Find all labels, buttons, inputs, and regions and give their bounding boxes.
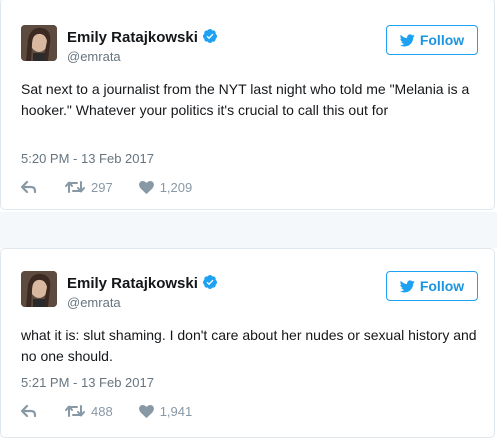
twitter-bird-icon [399, 279, 415, 292]
retweet-icon [65, 405, 85, 417]
follow-button[interactable]: Follow [386, 271, 478, 301]
reply-icon [21, 180, 37, 194]
avatar[interactable] [21, 25, 57, 61]
like-button[interactable]: 1,209 [138, 179, 193, 195]
heart-icon [138, 404, 154, 418]
reply-button[interactable] [21, 404, 37, 418]
tweet-text: Sat next to a journalist from the NYT la… [21, 81, 470, 118]
like-button[interactable]: 1,941 [138, 403, 193, 419]
avatar[interactable] [21, 271, 57, 307]
tweet-timestamp[interactable]: 5:21 PM - 13 Feb 2017 [21, 375, 154, 390]
tweet-actions: 488 1,941 [21, 401, 192, 421]
timeline-gap [0, 212, 497, 248]
like-count: 1,941 [159, 403, 193, 419]
avatar-photo [21, 271, 57, 307]
reply-button[interactable] [21, 180, 37, 194]
verified-badge-icon [202, 29, 217, 43]
retweet-button[interactable]: 297 [65, 180, 113, 195]
tweet-timestamp[interactable]: 5:20 PM - 13 Feb 2017 [21, 151, 154, 166]
verified-badge-icon [202, 275, 217, 289]
retweet-count: 488 [91, 403, 113, 419]
handle[interactable]: @emrata [67, 295, 121, 310]
follow-label: Follow [419, 278, 465, 294]
tweet-card: Emily Ratajkowski @emrata Follow Sat nex… [0, 0, 495, 210]
retweet-count: 297 [91, 179, 113, 195]
like-count: 1,209 [159, 179, 193, 195]
display-name[interactable]: Emily Ratajkowski [67, 28, 218, 46]
twitter-bird-icon [399, 33, 415, 46]
reply-icon [21, 404, 37, 418]
retweet-button[interactable]: 488 [65, 404, 113, 419]
display-name[interactable]: Emily Ratajkowski [67, 274, 218, 292]
handle[interactable]: @emrata [67, 49, 121, 64]
follow-label: Follow [419, 32, 465, 48]
tweet-text: what it is: slut shaming. I don't care a… [21, 327, 477, 364]
retweet-icon [65, 181, 85, 193]
heart-icon [138, 180, 154, 194]
follow-button[interactable]: Follow [386, 25, 478, 55]
tweet-card: Emily Ratajkowski @emrata Follow what it… [0, 248, 495, 438]
avatar-photo [21, 25, 57, 61]
tweet-actions: 297 1,209 [21, 177, 192, 197]
